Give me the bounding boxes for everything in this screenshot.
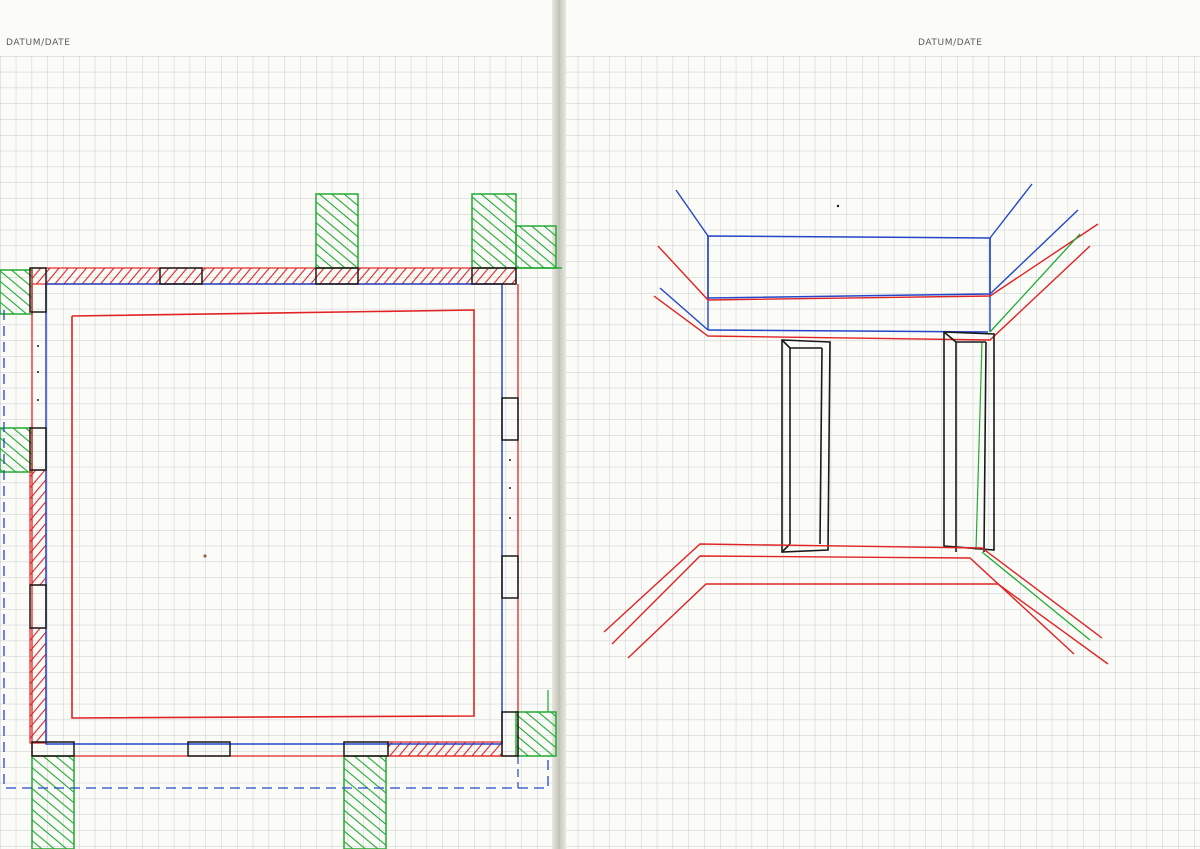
red-wall-top (31, 267, 517, 285)
right-page-grid (566, 56, 1200, 849)
green-block-top-1 (315, 193, 359, 269)
green-block-bottom-2 (343, 755, 387, 849)
green-block-left-2 (0, 427, 33, 473)
green-block-left-1 (0, 269, 33, 315)
sketch-canvas (0, 56, 1200, 849)
green-block-right-bottom (515, 711, 557, 757)
green-block-top-2 (471, 193, 517, 269)
green-block-bottom-1 (31, 755, 75, 849)
green-block-top-3 (515, 225, 557, 269)
notebook-spread: DATUM/DATE DATUM/DATE (0, 0, 1200, 849)
pencil-dot (836, 204, 840, 208)
left-page-grid (0, 56, 552, 849)
